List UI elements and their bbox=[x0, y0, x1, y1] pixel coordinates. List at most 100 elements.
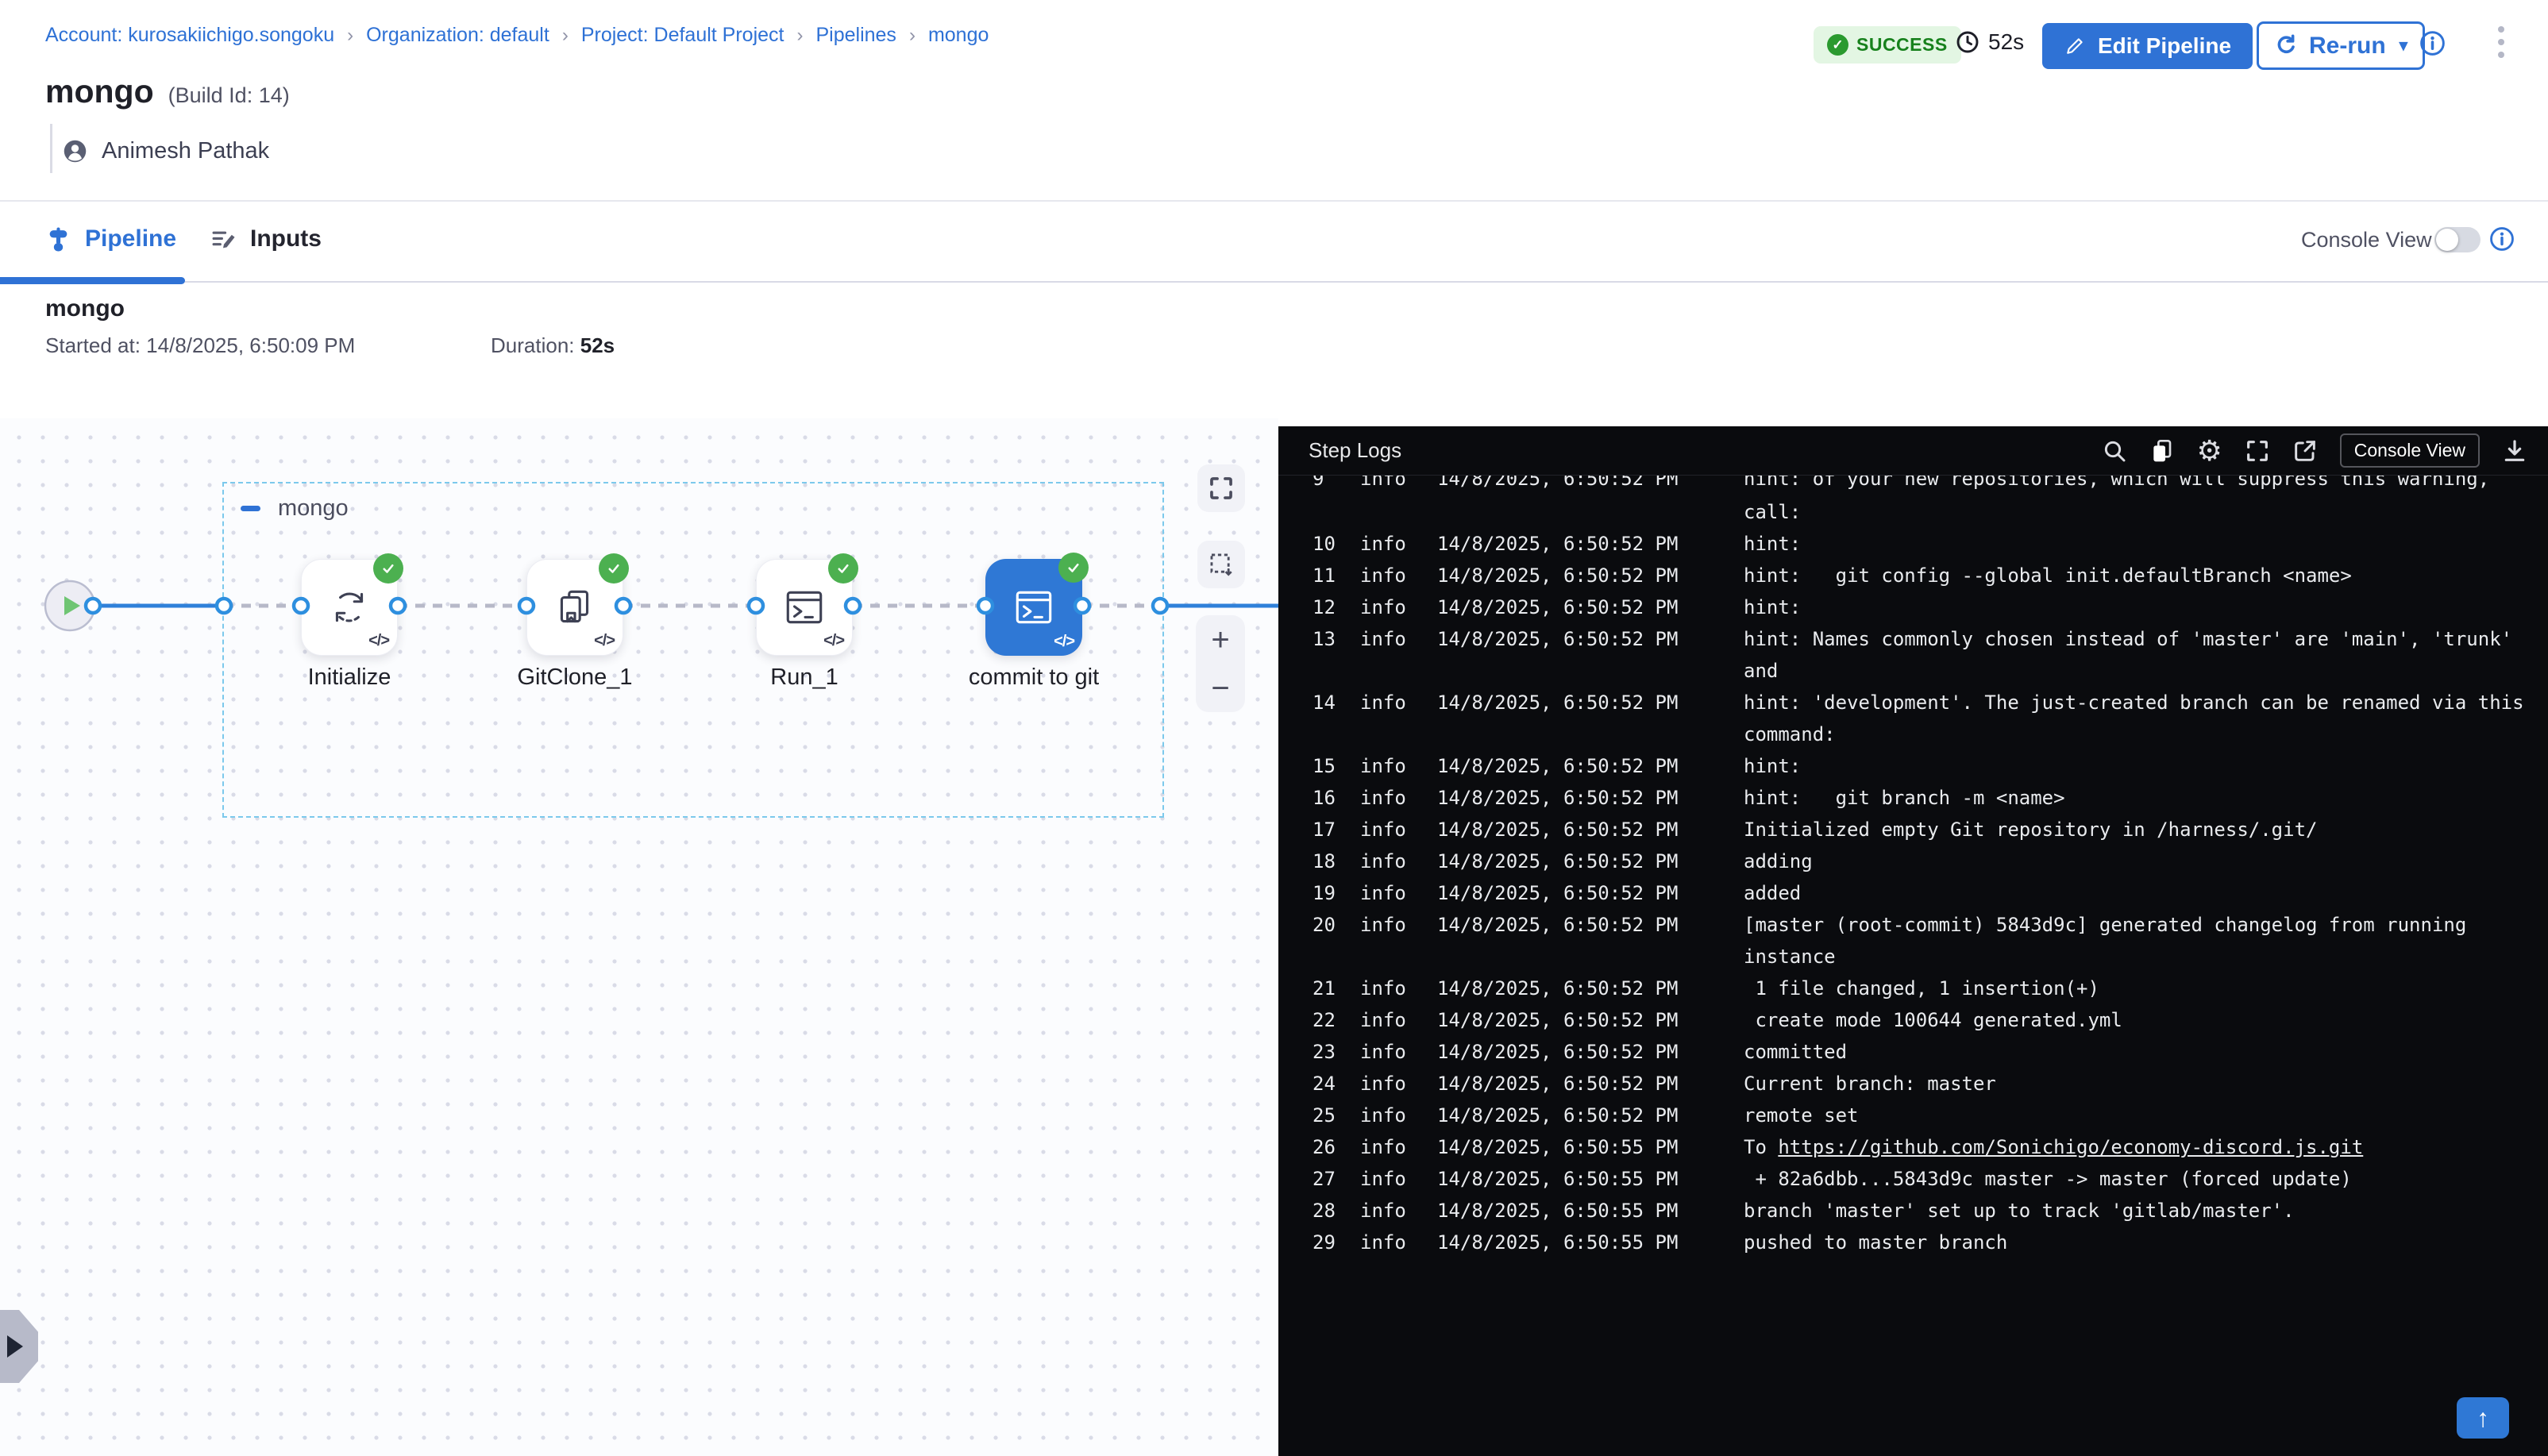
log-message: hint: 'development'. The just-created br… bbox=[1744, 687, 2548, 718]
log-level: info bbox=[1360, 476, 1437, 495]
stage-group-label[interactable]: mongo bbox=[241, 495, 349, 522]
log-line-number bbox=[1313, 655, 1360, 687]
author-row: Animesh Pathak bbox=[62, 138, 269, 164]
console-view-info-icon[interactable] bbox=[2488, 225, 2515, 252]
zoom-controls[interactable]: + − bbox=[1196, 615, 1245, 712]
log-message: hint: bbox=[1744, 528, 2548, 560]
rerun-button[interactable]: Re-run ▾ bbox=[2257, 21, 2425, 70]
left-panel-expander[interactable] bbox=[0, 1310, 38, 1383]
open-in-new-icon[interactable] bbox=[2292, 438, 2318, 464]
chevron-down-icon: ▾ bbox=[2400, 36, 2408, 56]
canvas-fullscreen-button[interactable] bbox=[1197, 464, 1245, 512]
log-row: 26info14/8/2025, 6:50:55 PMTo https://gi… bbox=[1278, 1131, 2548, 1163]
log-timestamp: 14/8/2025, 6:50:52 PM bbox=[1437, 782, 1744, 814]
node-label: GitClone_1 bbox=[464, 664, 686, 691]
log-message: hint: Names commonly chosen instead of '… bbox=[1744, 623, 2548, 655]
log-timestamp: 14/8/2025, 6:50:52 PM bbox=[1437, 1100, 1744, 1131]
started-at: Started at: 14/8/2025, 6:50:09 PM bbox=[45, 333, 355, 358]
log-level bbox=[1360, 655, 1437, 687]
log-link[interactable]: https://github.com/Sonichigo/economy-dis… bbox=[1778, 1136, 2363, 1158]
log-line-number: 11 bbox=[1313, 560, 1360, 591]
log-row: 22info14/8/2025, 6:50:52 PM create mode … bbox=[1278, 1004, 2548, 1036]
log-line-number: 12 bbox=[1313, 591, 1360, 623]
log-panel-title: Step Logs bbox=[1309, 438, 1401, 463]
expand-right-icon bbox=[7, 1335, 23, 1358]
scroll-to-top-button[interactable]: ↑ bbox=[2457, 1397, 2509, 1439]
copy-icon[interactable] bbox=[2149, 438, 2175, 464]
log-line-number: 14 bbox=[1313, 687, 1360, 718]
success-badge-icon bbox=[373, 553, 403, 584]
tab-pipeline[interactable]: Pipeline bbox=[46, 225, 176, 252]
zoom-in-button[interactable]: + bbox=[1211, 624, 1229, 656]
log-line-number: 25 bbox=[1313, 1100, 1360, 1131]
log-level: info bbox=[1360, 750, 1437, 782]
search-icon[interactable] bbox=[2102, 438, 2127, 464]
download-icon[interactable] bbox=[2502, 438, 2527, 464]
info-icon[interactable] bbox=[2419, 29, 2446, 57]
log-message: remote set bbox=[1744, 1100, 2548, 1131]
log-message: branch 'master' set up to track 'gitlab/… bbox=[1744, 1195, 2548, 1227]
node-commit-to-git[interactable]: </> bbox=[985, 559, 1082, 656]
log-row: 11info14/8/2025, 6:50:52 PMhint: git con… bbox=[1278, 560, 2548, 591]
log-row: 14info14/8/2025, 6:50:52 PMhint: 'develo… bbox=[1278, 687, 2548, 718]
status-badge: ✓ SUCCESS bbox=[1814, 26, 1961, 64]
duration-indicator: 52s bbox=[1955, 29, 2024, 55]
log-line-number: 18 bbox=[1313, 845, 1360, 877]
tab-inputs[interactable]: Inputs bbox=[211, 225, 322, 252]
log-row: 25info14/8/2025, 6:50:52 PMremote set bbox=[1278, 1100, 2548, 1131]
log-row: instance bbox=[1278, 941, 2548, 973]
collapse-minus-icon[interactable] bbox=[241, 506, 260, 511]
log-timestamp: 14/8/2025, 6:50:52 PM bbox=[1437, 750, 1744, 782]
gear-icon[interactable]: ⚙ bbox=[2197, 437, 2222, 465]
refresh-icon bbox=[2274, 33, 2299, 58]
breadcrumb-item[interactable]: mongo bbox=[928, 24, 989, 47]
log-message: hint: bbox=[1744, 591, 2548, 623]
log-level: info bbox=[1360, 1227, 1437, 1258]
duration-text: 52s bbox=[1988, 29, 2024, 55]
breadcrumb-item[interactable]: Account: kurosakiichigo.songoku bbox=[45, 24, 334, 47]
tab-bar: Pipeline Inputs Console View bbox=[0, 200, 2548, 283]
log-row: command: bbox=[1278, 718, 2548, 750]
node-gitclone[interactable]: </> bbox=[526, 559, 623, 656]
log-level: info bbox=[1360, 560, 1437, 591]
node-run[interactable]: </> bbox=[756, 559, 853, 656]
log-line-number: 21 bbox=[1313, 973, 1360, 1004]
log-timestamp bbox=[1437, 655, 1744, 687]
breadcrumb-item[interactable]: Pipelines bbox=[815, 24, 896, 47]
pencil-icon bbox=[2064, 35, 2086, 57]
fullscreen-icon[interactable] bbox=[2245, 438, 2270, 464]
log-level bbox=[1360, 496, 1437, 528]
author-name: Animesh Pathak bbox=[102, 138, 269, 164]
console-view-button[interactable]: Console View bbox=[2340, 433, 2480, 468]
log-body[interactable]: 9info14/8/2025, 6:50:52 PMhint: of your … bbox=[1278, 476, 2548, 1456]
log-message: and bbox=[1744, 655, 2548, 687]
node-label: Run_1 bbox=[693, 664, 916, 691]
log-level: info bbox=[1360, 877, 1437, 909]
log-timestamp bbox=[1437, 496, 1744, 528]
stage-name: mongo bbox=[278, 495, 349, 522]
user-icon bbox=[62, 138, 88, 164]
kebab-menu-icon[interactable] bbox=[2498, 26, 2504, 58]
zoom-out-button[interactable]: − bbox=[1211, 672, 1229, 704]
breadcrumb-item[interactable]: Organization: default bbox=[366, 24, 549, 47]
log-line-number: 26 bbox=[1313, 1131, 1360, 1163]
page-title: mongo (Build Id: 14) bbox=[45, 73, 290, 110]
success-badge-icon bbox=[1058, 553, 1089, 583]
edit-pipeline-button[interactable]: Edit Pipeline bbox=[2042, 23, 2253, 69]
console-view-toggle[interactable] bbox=[2434, 227, 2481, 252]
code-glyph: </> bbox=[1054, 633, 1074, 651]
log-timestamp bbox=[1437, 718, 1744, 750]
log-line-number: 28 bbox=[1313, 1195, 1360, 1227]
breadcrumb-item[interactable]: Project: Default Project bbox=[581, 24, 784, 47]
log-timestamp: 14/8/2025, 6:50:55 PM bbox=[1437, 1163, 1744, 1195]
log-level bbox=[1360, 718, 1437, 750]
tab-inputs-label: Inputs bbox=[250, 225, 322, 252]
terminal-icon bbox=[1011, 584, 1057, 630]
log-timestamp: 14/8/2025, 6:50:52 PM bbox=[1437, 1004, 1744, 1036]
log-timestamp: 14/8/2025, 6:50:52 PM bbox=[1437, 591, 1744, 623]
pipeline-canvas[interactable]: mongo </> </> </> </> Initialize GitClon… bbox=[0, 418, 1278, 1456]
log-timestamp: 14/8/2025, 6:50:52 PM bbox=[1437, 560, 1744, 591]
canvas-select-button[interactable] bbox=[1197, 541, 1245, 588]
log-level: info bbox=[1360, 687, 1437, 718]
node-initialize[interactable]: </> bbox=[301, 559, 398, 656]
